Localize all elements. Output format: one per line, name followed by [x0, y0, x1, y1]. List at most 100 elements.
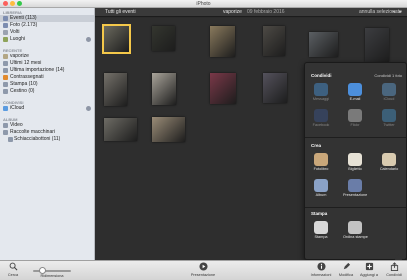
card-icon — [348, 153, 362, 166]
share-button[interactable]: Condividi — [382, 262, 406, 277]
sidebar-item[interactable]: Video — [0, 122, 94, 129]
sidebar-item[interactable]: Foto (2.173) — [0, 22, 94, 29]
sidebar-section-heading: ALBUM — [3, 117, 18, 122]
icloud-share-option[interactable]: iCloud — [377, 83, 401, 102]
calendar-create-option[interactable]: Calendario — [377, 153, 401, 172]
add-to-label: Aggiungi a — [360, 273, 378, 277]
events-icon — [3, 16, 8, 21]
option-label: Album — [315, 193, 327, 197]
prev-event-icon[interactable]: ◂ — [391, 8, 396, 17]
calendar-icon — [3, 61, 8, 66]
all-events-button[interactable]: Tutti gli eventi — [105, 8, 136, 17]
print-icon — [3, 82, 8, 87]
photo-thumbnail[interactable] — [102, 24, 131, 54]
option-label: Stampa — [314, 235, 328, 239]
sidebar-item[interactable]: Luoghi — [0, 36, 94, 43]
import-icon — [3, 68, 8, 73]
icloud-share-icon — [382, 83, 396, 96]
photo-thumbnail[interactable] — [210, 73, 236, 104]
play-icon — [198, 262, 208, 271]
current-event-title: vaporize — [223, 9, 242, 15]
info-button[interactable]: Informazioni — [308, 262, 334, 277]
sidebar-status-icon[interactable] — [86, 37, 91, 42]
printer-option[interactable]: Stampa — [309, 221, 333, 240]
photo-thumbnail[interactable] — [152, 26, 175, 51]
sidebar-item[interactable]: iCloud — [0, 105, 94, 112]
option-label: iCloud — [383, 97, 395, 101]
sidebar-item-label: Raccolte macchinari — [10, 129, 56, 135]
twitter-icon — [382, 109, 396, 122]
photos-icon — [3, 23, 8, 28]
email-option[interactable]: E-mail — [343, 83, 367, 102]
option-label: Fotolibro — [313, 167, 329, 171]
slideshow-button[interactable]: Presentazione — [186, 262, 220, 277]
add-to-button[interactable]: Aggiungi a — [358, 262, 380, 277]
photo-thumbnail[interactable] — [104, 118, 137, 141]
places-icon — [3, 37, 8, 42]
photo-thumbnail[interactable] — [263, 73, 287, 103]
option-label: Biglietto — [348, 167, 362, 171]
photo-thumbnail[interactable] — [365, 28, 389, 62]
photobook-option[interactable]: Fotolibro — [309, 153, 333, 172]
photo-thumbnail[interactable] — [152, 117, 185, 142]
messages-option[interactable]: Messaggi — [309, 83, 333, 102]
facebook-option[interactable]: Facebook — [309, 109, 333, 128]
photo-thumbnail[interactable] — [104, 73, 127, 106]
sidebar-item-label: Video — [10, 122, 23, 128]
edit-button[interactable]: Modifica — [336, 262, 356, 277]
window-title: iPhoto — [196, 1, 211, 7]
faces-icon — [3, 30, 8, 35]
sidebar-section-heading: CONDIVISI — [3, 100, 24, 105]
facebook-icon — [314, 109, 328, 122]
sidebar-item-label: Eventi (113) — [10, 15, 37, 21]
search-icon — [9, 262, 17, 271]
share-count-label: Condividi 1 foto — [374, 73, 402, 78]
sidebar-item[interactable]: vaporize — [0, 53, 94, 60]
edit-label: Modifica — [338, 273, 354, 277]
search-button[interactable]: Cerca — [2, 262, 24, 277]
order-prints-icon — [348, 221, 362, 234]
sidebar-item-label: Contrassegnati — [10, 74, 44, 80]
flickr-option[interactable]: Flickr — [343, 109, 367, 128]
sidebar-section-heading: LIBRERIA — [3, 10, 22, 15]
share-popover: Condividi Condividi 1 foto Crea Stampa M… — [304, 62, 407, 265]
next-event-icon[interactable]: ▸ — [398, 8, 403, 17]
sidebar-item-label: iCloud — [10, 105, 25, 111]
photo-thumbnail[interactable] — [263, 26, 285, 56]
popover-divider — [305, 137, 406, 138]
sidebar-item[interactable]: Raccolte macchinari — [0, 129, 94, 136]
order-prints-option[interactable]: Ordina stampe — [343, 221, 368, 240]
share-icon — [390, 262, 398, 271]
sidebar-item[interactable]: Ultima importazione (14) — [0, 67, 94, 74]
photo-thumbnail[interactable] — [210, 26, 235, 57]
photo-thumbnail[interactable] — [152, 73, 176, 105]
slideshow-label: Presentazione — [190, 273, 216, 277]
album-create-option[interactable]: Album — [309, 179, 333, 198]
calendar-create-icon — [382, 153, 396, 166]
sidebar-item-label: Ultima importazione (14) — [10, 67, 65, 73]
photo-thumbnail[interactable] — [309, 32, 338, 57]
photobook-icon — [314, 153, 328, 166]
slideshow-option[interactable]: Presentazione — [343, 179, 367, 198]
zoom-label: Ridimensiona — [40, 274, 64, 278]
sidebar-item[interactable]: Ultimi 12 mesi — [0, 60, 94, 67]
event-header-bar: Tutti gli eventi vaporize 09 febbraio 20… — [95, 8, 407, 17]
zoom-slider-knob[interactable] — [39, 267, 46, 274]
sidebar-item-label: Cestino (0) — [10, 88, 35, 94]
sidebar: LIBRERIA Eventi (113) Foto (2.173) Volti Luo… — [0, 8, 95, 260]
sidebar-item-label: Volti — [10, 29, 20, 35]
trash-icon — [3, 89, 8, 94]
pencil-icon — [343, 262, 350, 270]
sidebar-item[interactable]: Cestino (0) — [0, 88, 94, 95]
sidebar-item[interactable]: Schiacciabottoni (11) — [0, 136, 94, 143]
sidebar-item[interactable]: Stampa (10) — [0, 81, 94, 88]
sidebar-item[interactable]: Contrassegnati — [0, 74, 94, 81]
folder-icon — [3, 130, 8, 135]
icloud-icon — [3, 106, 8, 111]
sidebar-item[interactable]: Volti — [0, 29, 94, 36]
twitter-option[interactable]: Twitter — [377, 109, 401, 128]
option-label: Flickr — [350, 123, 360, 127]
sidebar-status-icon[interactable] — [86, 106, 91, 111]
card-option[interactable]: Biglietto — [343, 153, 367, 172]
sidebar-item[interactable]: Eventi (113) — [0, 15, 94, 22]
